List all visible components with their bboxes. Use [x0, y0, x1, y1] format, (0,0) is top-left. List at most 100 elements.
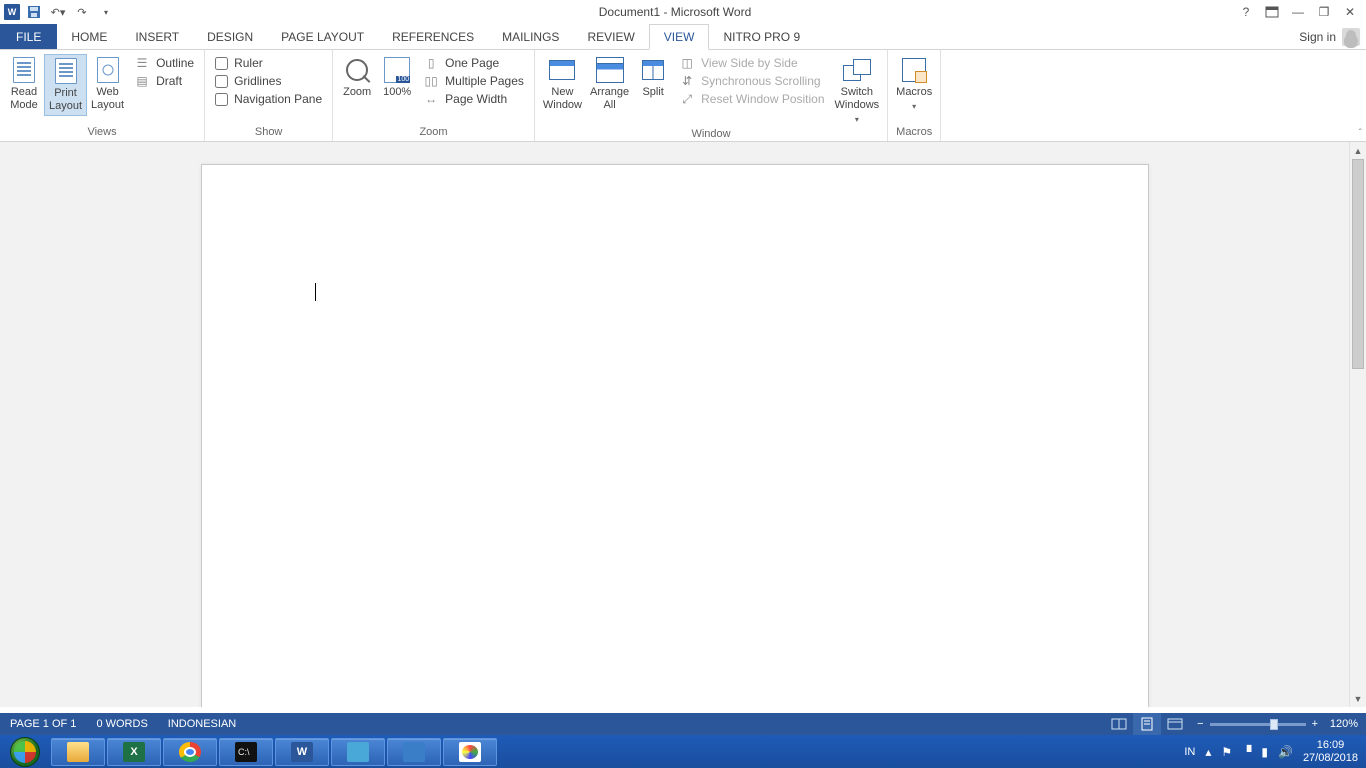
- read-mode-view-button[interactable]: [1105, 713, 1133, 735]
- tray-network-icon[interactable]: ▝: [1242, 745, 1251, 759]
- one-page-button[interactable]: ▯One Page: [423, 56, 524, 70]
- taskbar-cmd[interactable]: C:\: [219, 738, 273, 766]
- document-scroll[interactable]: [0, 142, 1349, 707]
- tray-volume-icon[interactable]: 🔊: [1278, 745, 1293, 759]
- web-layout-view-button[interactable]: [1161, 713, 1189, 735]
- zoom-in-button[interactable]: +: [1312, 718, 1318, 730]
- window-controls: ? — ❐ ✕: [1234, 2, 1366, 22]
- print-layout-button[interactable]: Print Layout: [44, 54, 87, 116]
- taskbar-app2[interactable]: [387, 738, 441, 766]
- quick-access-toolbar: W ↶▾ ↷ ▾: [0, 2, 116, 22]
- taskbar-paint[interactable]: [443, 738, 497, 766]
- word-count[interactable]: 0 WORDS: [86, 713, 157, 735]
- app2-icon: [403, 742, 425, 762]
- tray-clock[interactable]: 16:09 27/08/2018: [1303, 739, 1358, 765]
- read-mode-icon: [13, 57, 35, 83]
- word-app-icon[interactable]: W: [4, 4, 20, 20]
- paint-icon: [459, 742, 481, 762]
- switch-windows-button[interactable]: Switch Windows: [831, 54, 884, 126]
- draft-icon: ▤: [134, 74, 150, 88]
- macros-icon: [902, 58, 926, 82]
- group-views-label: Views: [0, 124, 204, 141]
- help-button[interactable]: ?: [1234, 2, 1258, 22]
- sign-in-label: Sign in: [1299, 30, 1336, 44]
- tray-language[interactable]: IN: [1184, 746, 1195, 758]
- scroll-down-button[interactable]: ▼: [1350, 690, 1366, 707]
- qat-customize-button[interactable]: ▾: [96, 2, 116, 22]
- tray-show-hidden-icon[interactable]: ▴: [1205, 745, 1211, 759]
- reset-window-position-button: ⤢Reset Window Position: [679, 92, 824, 106]
- page[interactable]: [201, 164, 1149, 707]
- zoom-100-button[interactable]: 100%: [377, 54, 417, 101]
- web-layout-button[interactable]: Web Layout: [87, 54, 128, 114]
- tab-mailings[interactable]: MAILINGS: [488, 24, 573, 49]
- scroll-up-button[interactable]: ▲: [1350, 142, 1366, 159]
- save-button[interactable]: [24, 2, 44, 22]
- tab-review[interactable]: REVIEW: [573, 24, 648, 49]
- taskbar-explorer[interactable]: [51, 738, 105, 766]
- arrange-all-icon: [596, 63, 624, 83]
- page-indicator[interactable]: PAGE 1 OF 1: [0, 713, 86, 735]
- status-bar: PAGE 1 OF 1 0 WORDS INDONESIAN − + 120%: [0, 713, 1366, 735]
- scroll-track[interactable]: [1350, 159, 1366, 690]
- taskbar-excel[interactable]: X: [107, 738, 161, 766]
- redo-button[interactable]: ↷: [72, 2, 92, 22]
- page-width-button[interactable]: ↔Page Width: [423, 92, 524, 106]
- switch-windows-icon: [843, 59, 871, 81]
- taskbar-word[interactable]: W: [275, 738, 329, 766]
- close-button[interactable]: ✕: [1338, 2, 1362, 22]
- scroll-thumb[interactable]: [1352, 159, 1364, 369]
- taskbar-chrome[interactable]: [163, 738, 217, 766]
- taskbar-app1[interactable]: [331, 738, 385, 766]
- zoom-button[interactable]: Zoom: [337, 54, 377, 101]
- app1-icon: [347, 742, 369, 762]
- navigation-pane-checkbox[interactable]: Navigation Pane: [215, 92, 322, 106]
- print-layout-view-button[interactable]: [1133, 713, 1161, 735]
- tab-home[interactable]: HOME: [57, 24, 121, 49]
- split-button[interactable]: Split: [633, 54, 673, 101]
- web-layout-icon: [97, 57, 119, 83]
- file-tab[interactable]: FILE: [0, 24, 57, 49]
- start-button[interactable]: [0, 735, 50, 768]
- tab-view[interactable]: VIEW: [649, 24, 710, 50]
- macros-button[interactable]: Macros: [892, 54, 936, 113]
- tab-references[interactable]: REFERENCES: [378, 24, 488, 49]
- zoom-slider[interactable]: [1210, 723, 1306, 726]
- group-macros: Macros Macros: [888, 50, 941, 141]
- view-side-by-side-button: ◫View Side by Side: [679, 56, 824, 70]
- zoom-out-button[interactable]: −: [1197, 718, 1203, 730]
- tab-design[interactable]: DESIGN: [193, 24, 267, 49]
- tray-date: 27/08/2018: [1303, 752, 1358, 765]
- folder-icon: [67, 742, 89, 762]
- group-window: New Window Arrange All Split ◫View Side …: [535, 50, 888, 141]
- multiple-pages-button[interactable]: ▯▯Multiple Pages: [423, 74, 524, 88]
- vertical-scrollbar[interactable]: ▲ ▼: [1349, 142, 1366, 707]
- group-zoom: Zoom 100% ▯One Page ▯▯Multiple Pages ↔Pa…: [333, 50, 535, 141]
- collapse-ribbon-button[interactable]: ˆ: [1359, 128, 1362, 139]
- read-mode-button[interactable]: Read Mode: [4, 54, 44, 114]
- outline-icon: ☰: [134, 56, 150, 70]
- ruler-checkbox[interactable]: Ruler: [215, 56, 322, 70]
- language-indicator[interactable]: INDONESIAN: [158, 713, 246, 735]
- new-window-button[interactable]: New Window: [539, 54, 586, 114]
- minimize-button[interactable]: —: [1286, 2, 1310, 22]
- maximize-button[interactable]: ❐: [1312, 2, 1336, 22]
- tab-page-layout[interactable]: PAGE LAYOUT: [267, 24, 378, 49]
- undo-button[interactable]: ↶▾: [48, 2, 68, 22]
- synchronous-scrolling-button: ⇵Synchronous Scrolling: [679, 74, 824, 88]
- tab-insert[interactable]: INSERT: [121, 24, 193, 49]
- outline-button[interactable]: ☰Outline: [134, 56, 194, 70]
- page-width-icon: ↔: [423, 92, 439, 106]
- zoom-level[interactable]: 120%: [1324, 718, 1358, 730]
- windows-orb-icon: [10, 737, 40, 767]
- tray-flag-icon[interactable]: ⚑: [1221, 745, 1232, 759]
- gridlines-checkbox[interactable]: Gridlines: [215, 74, 322, 88]
- zoom-slider-knob[interactable]: [1270, 719, 1278, 730]
- ribbon: Read Mode Print Layout Web Layout ☰Outli…: [0, 50, 1366, 142]
- tray-battery-icon[interactable]: ▮: [1261, 745, 1268, 759]
- sign-in-button[interactable]: Sign in: [1293, 24, 1366, 49]
- ribbon-display-options-button[interactable]: [1260, 2, 1284, 22]
- arrange-all-button[interactable]: Arrange All: [586, 54, 633, 114]
- tab-nitro-pro[interactable]: NITRO PRO 9: [709, 24, 814, 49]
- draft-button[interactable]: ▤Draft: [134, 74, 194, 88]
